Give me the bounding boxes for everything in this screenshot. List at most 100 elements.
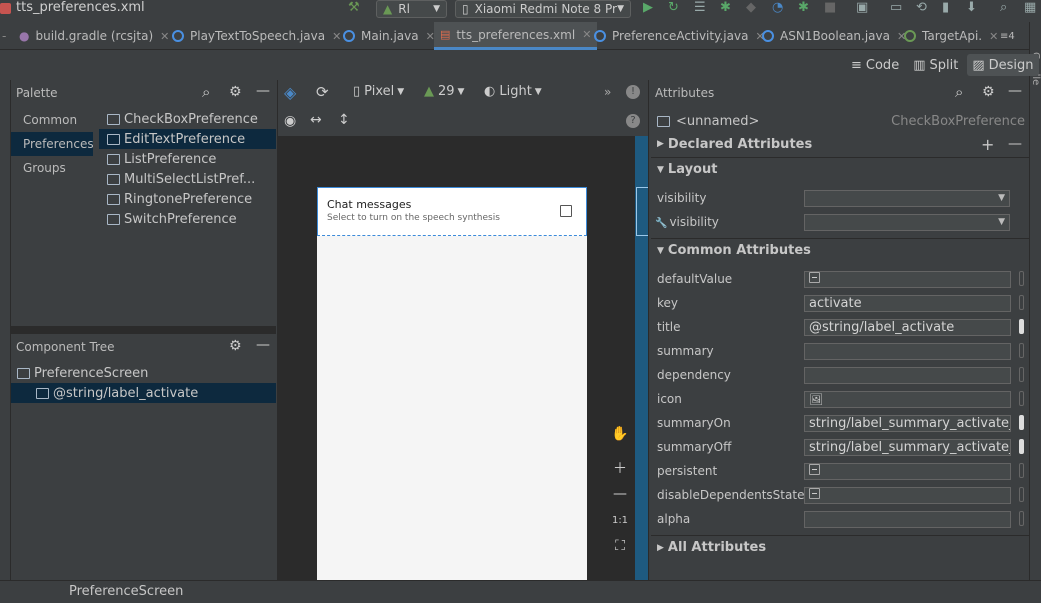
zoom-out-icon[interactable]: —: [606, 482, 634, 506]
title-field[interactable]: @string/label_activate: [804, 318, 1011, 336]
close-icon[interactable]: ✕: [160, 30, 169, 43]
tab-preferenceactivity[interactable]: PreferenceActivity.java ✕: [594, 22, 765, 50]
device-manager-icon[interactable]: ▭: [890, 0, 902, 16]
tools-visibility-select[interactable]: ▼: [804, 213, 1010, 231]
run-config-select[interactable]: ▲ Rl ▼: [376, 0, 447, 18]
attach-debugger-icon[interactable]: ✱: [798, 0, 809, 16]
defaultvalue-field[interactable]: [804, 270, 1011, 288]
resize-vertical-icon[interactable]: ↕: [338, 112, 350, 128]
close-icon[interactable]: ✕: [332, 30, 341, 43]
minimize-icon[interactable]: —: [256, 83, 270, 99]
add-icon[interactable]: +: [981, 135, 994, 154]
stop-icon[interactable]: ■: [824, 0, 836, 16]
search-icon[interactable]: ⌕: [202, 83, 210, 101]
attr-flag-icon[interactable]: [1019, 415, 1024, 430]
summaryon-field[interactable]: string/label_summary_activate_o: [804, 414, 1011, 432]
sync-icon[interactable]: ⟲: [916, 0, 927, 16]
palette-category-preferences[interactable]: Preferences: [11, 132, 94, 156]
declared-attributes-section[interactable]: ▶ Declared Attributes + —: [651, 132, 1029, 156]
gear-icon[interactable]: ⚙: [229, 84, 242, 100]
tab-asn1boolean[interactable]: ASN1Boolean.java ✕: [762, 22, 906, 50]
dependency-field[interactable]: [804, 366, 1011, 384]
palette-item[interactable]: EditTextPreference: [99, 129, 276, 149]
zoom-fit-button[interactable]: 1:1: [606, 508, 634, 532]
run-icon[interactable]: ▶: [643, 0, 653, 16]
attr-flag-icon[interactable]: [1019, 295, 1024, 310]
alpha-field[interactable]: [804, 510, 1011, 528]
remove-icon[interactable]: —: [1008, 136, 1022, 152]
gear-icon[interactable]: ⚙: [982, 84, 995, 100]
attr-flag-icon[interactable]: [1019, 367, 1024, 382]
icon-field[interactable]: 🖼: [804, 390, 1011, 408]
tabs-overflow[interactable]: ≡ 4: [1000, 22, 1015, 50]
tab-targetapi[interactable]: TargetApi. ✕: [904, 22, 998, 50]
gear-icon[interactable]: ⚙: [229, 338, 242, 354]
search-icon[interactable]: ⌕: [955, 83, 963, 101]
zoom-to-fit-icon[interactable]: ⛶: [606, 534, 634, 558]
all-attributes-section[interactable]: ▶ All Attributes: [651, 535, 1029, 559]
key-field[interactable]: activate: [804, 294, 1011, 312]
search-icon[interactable]: ⌕: [1000, 0, 1007, 16]
attr-flag-icon[interactable]: [1019, 463, 1024, 478]
split-view-button[interactable]: ▥ Split: [908, 54, 963, 76]
apply-changes-icon[interactable]: ↻: [668, 0, 679, 16]
attr-flag-icon[interactable]: [1019, 487, 1024, 502]
tab-playtexttospeech[interactable]: PlayTextToSpeech.java ✕: [172, 22, 341, 50]
common-attributes-section[interactable]: ▼ Common Attributes: [651, 238, 1029, 262]
debug-icon[interactable]: ✱: [720, 0, 731, 16]
avd-icon[interactable]: ▮: [942, 0, 949, 16]
minimize-icon[interactable]: —: [1008, 83, 1022, 99]
layers-icon[interactable]: ◈: [284, 83, 296, 102]
sdk-icon[interactable]: ⬇: [966, 0, 977, 16]
close-icon[interactable]: ✕: [582, 28, 591, 41]
tree-item-preferencescreen[interactable]: PreferenceScreen: [11, 363, 276, 383]
device-picker[interactable]: ▯ Pixel ▼: [353, 84, 404, 99]
code-view-button[interactable]: ≡ Code: [846, 54, 904, 76]
help-icon[interactable]: ?: [626, 114, 640, 128]
attr-flag-icon[interactable]: [1019, 319, 1024, 334]
summary-field[interactable]: [804, 342, 1011, 360]
summaryoff-field[interactable]: string/label_summary_activate_of: [804, 438, 1011, 456]
tab-main[interactable]: Main.java ✕: [343, 22, 435, 50]
palette-item[interactable]: ListPreference: [99, 149, 276, 169]
component-id[interactable]: <unnamed>: [676, 114, 759, 129]
attr-flag-icon[interactable]: [1019, 511, 1024, 526]
pan-hand-icon[interactable]: ✋: [606, 422, 634, 446]
profile-icon[interactable]: ◔: [772, 0, 783, 16]
device-select[interactable]: ▯ Xiaomi Redmi Note 8 Pro ▼: [455, 0, 631, 18]
zoom-in-icon[interactable]: ＋: [606, 456, 634, 480]
attach-icon[interactable]: ◆: [746, 0, 756, 16]
theme-picker[interactable]: ◐ Light ▼: [484, 84, 542, 99]
close-icon[interactable]: ✕: [989, 30, 998, 43]
palette-category-common[interactable]: Common: [11, 108, 93, 132]
palette-item[interactable]: MultiSelectListPref...: [99, 169, 276, 189]
warning-icon[interactable]: !: [626, 85, 640, 99]
project-structure-icon[interactable]: ▣: [856, 0, 868, 16]
palette-item[interactable]: RingtonePreference: [99, 189, 276, 209]
palette-item[interactable]: CheckBoxPreference: [99, 109, 276, 129]
palette-item[interactable]: SwitchPreference: [99, 209, 276, 229]
apply-code-icon[interactable]: ☰: [694, 0, 706, 16]
preview-checkbox[interactable]: [560, 205, 572, 217]
tab-tts-preferences[interactable]: ▤ tts_preferences.xml ✕: [434, 22, 598, 50]
tab-build-gradle[interactable]: ● build.gradle (rcsjta) ✕: [19, 22, 169, 50]
status-breadcrumb[interactable]: PreferenceScreen: [69, 584, 183, 599]
overflow-icon[interactable]: »: [604, 85, 611, 99]
visibility-select[interactable]: ▼: [804, 189, 1010, 207]
api-level-picker[interactable]: ▲ 29 ▼: [424, 84, 464, 99]
layout-section[interactable]: ▼ Layout: [651, 157, 1029, 181]
minimize-icon[interactable]: —: [256, 337, 270, 353]
resize-horizontal-icon[interactable]: ↔: [310, 112, 322, 128]
persistent-field[interactable]: [804, 462, 1011, 480]
preview-checkbox-preference[interactable]: Chat messages Select to turn on the spee…: [317, 187, 587, 236]
tabs-scroll-icon[interactable]: ‑: [2, 29, 6, 43]
attr-flag-icon[interactable]: [1019, 343, 1024, 358]
orientation-icon[interactable]: ⟳: [316, 83, 329, 101]
attr-flag-icon[interactable]: [1019, 271, 1024, 286]
disabledependentsstate-field[interactable]: [804, 486, 1011, 504]
settings-icon[interactable]: ▦: [1024, 0, 1036, 16]
panel-divider[interactable]: [11, 326, 276, 334]
design-view-button[interactable]: ▨ Design: [967, 54, 1039, 76]
eye-icon[interactable]: ◉: [284, 113, 296, 129]
palette-category-groups[interactable]: Groups: [11, 156, 93, 180]
